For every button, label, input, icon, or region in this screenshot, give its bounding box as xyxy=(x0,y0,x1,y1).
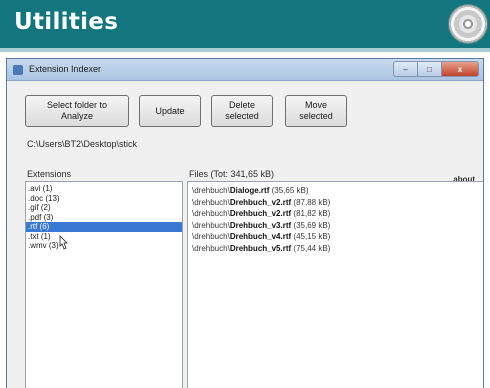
list-item[interactable]: .avi (1) xyxy=(26,184,182,194)
list-item[interactable]: .pdf (3) xyxy=(26,213,182,223)
file-size: (75,44 kB) xyxy=(293,243,331,253)
file-name: Drehbuch_v5.rtf xyxy=(229,243,292,253)
extensions-list[interactable]: .avi (1) .doc (13) .gif (2) .pdf (3) .rt… xyxy=(25,181,183,388)
file-size: (87,88 kB) xyxy=(293,197,331,207)
list-item[interactable]: .txt (1) xyxy=(26,232,182,242)
extension-indexer-window: Extension Indexer – □ x Select folder to… xyxy=(6,58,484,388)
file-name: Drehbuch_v2.rtf xyxy=(229,197,292,207)
file-dir: \drehbuch\ xyxy=(192,243,230,253)
extensions-label: Extensions xyxy=(27,169,72,179)
app-icon xyxy=(13,65,23,75)
file-size: (35,65 kB) xyxy=(271,186,309,195)
window-controls: – □ x xyxy=(393,61,479,77)
window-titlebar[interactable]: Extension Indexer – □ x xyxy=(7,59,483,81)
files-list[interactable]: \drehbuch\Dialoge.rtf (35,65 kB) \drehbu… xyxy=(187,181,483,388)
list-item[interactable]: .doc (13) xyxy=(26,194,182,204)
cd-icon xyxy=(449,5,487,43)
file-name: Drehbuch_v4.rtf xyxy=(229,232,292,241)
close-button[interactable]: x xyxy=(441,61,479,77)
banner-title: Utilities xyxy=(14,9,119,35)
file-dir: \drehbuch\ xyxy=(192,197,230,207)
update-button[interactable]: Update xyxy=(139,95,201,127)
folder-path: C:\Users\BT2\Desktop\stick xyxy=(27,139,138,149)
file-dir: \drehbuch\ xyxy=(192,209,230,218)
file-dir: \drehbuch\ xyxy=(192,232,230,241)
file-row[interactable]: \drehbuch\Drehbuch_v2.rtf (87,88 kB) xyxy=(188,197,483,209)
list-item[interactable]: .gif (2) xyxy=(26,203,182,213)
file-name: Dialoge.rtf xyxy=(229,186,270,195)
list-item[interactable]: .wmv (3) xyxy=(26,241,182,251)
file-row[interactable]: \drehbuch\Dialoge.rtf (35,65 kB) xyxy=(188,185,483,197)
file-size: (45,15 kB) xyxy=(293,232,331,241)
files-label: Files (Tot: 341,65 kB) xyxy=(189,169,275,179)
file-row[interactable]: \drehbuch\Drehbuch_v2.rtf (81,82 kB) xyxy=(188,208,483,220)
file-row[interactable]: \drehbuch\Drehbuch_v5.rtf (75,44 kB) xyxy=(188,243,483,255)
file-size: (81,82 kB) xyxy=(293,209,331,218)
file-size: (35,69 kB) xyxy=(293,220,331,230)
header-banner: Utilities xyxy=(0,0,490,48)
list-item-selected[interactable]: .rtf (6) xyxy=(26,222,182,232)
window-title: Extension Indexer xyxy=(29,64,102,74)
file-row[interactable]: \drehbuch\Drehbuch_v3.rtf (35,69 kB) xyxy=(188,220,483,232)
file-name: Drehbuch_v2.rtf xyxy=(229,209,292,218)
file-row[interactable]: \drehbuch\Drehbuch_v4.rtf (45,15 kB) xyxy=(188,231,483,243)
minimize-button[interactable]: – xyxy=(393,61,417,77)
file-name: Drehbuch_v3.rtf xyxy=(229,220,292,230)
delete-selected-button[interactable]: Delete selected xyxy=(211,95,273,127)
file-dir: \drehbuch\ xyxy=(192,220,230,230)
banner-divider xyxy=(0,48,490,52)
mouse-cursor-icon xyxy=(59,235,68,250)
move-selected-button[interactable]: Move selected xyxy=(285,95,347,127)
file-dir: \drehbuch\ xyxy=(192,186,230,195)
select-folder-button[interactable]: Select folder to Analyze xyxy=(25,95,129,127)
maximize-button[interactable]: □ xyxy=(417,61,441,77)
